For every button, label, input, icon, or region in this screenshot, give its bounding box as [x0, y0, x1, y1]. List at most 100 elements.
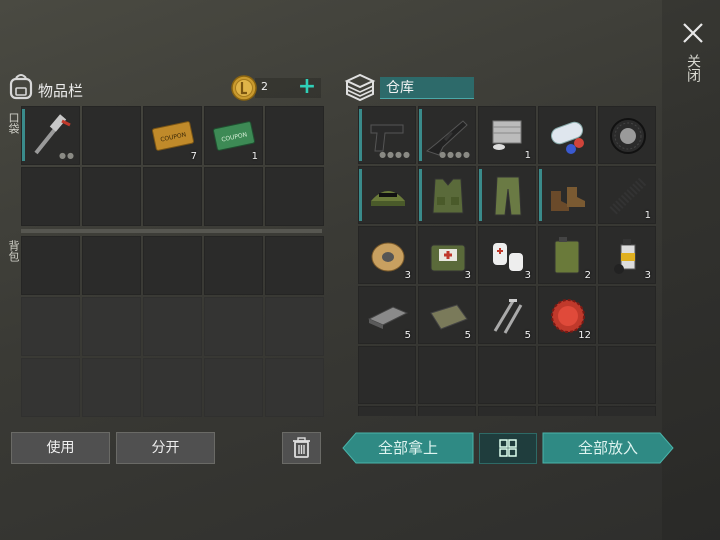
coin-count: 2: [261, 80, 268, 93]
inventory-slot[interactable]: ●●●●: [358, 106, 416, 164]
item-quantity: 3: [644, 270, 651, 281]
inventory-slot[interactable]: [265, 167, 324, 226]
tactical-vest-icon: [432, 178, 464, 214]
item-quantity: 1: [644, 210, 651, 221]
inventory-slot[interactable]: COUPON 7: [143, 106, 202, 165]
inventory-slot[interactable]: [82, 297, 141, 356]
storage-box-icon: [344, 72, 376, 106]
take-all-label: 全部拿上: [377, 439, 438, 457]
close-button[interactable]: [680, 20, 706, 46]
sort-button[interactable]: [479, 433, 537, 464]
put-all-button[interactable]: 全部放入: [542, 432, 674, 464]
inventory-slot[interactable]: [265, 358, 324, 417]
inventory-slot[interactable]: [82, 358, 141, 417]
inventory-slot[interactable]: [21, 167, 80, 226]
item-quantity: 7: [190, 151, 197, 162]
inventory-slot[interactable]: [21, 236, 80, 295]
pocket-grid: ●● COUPON 7 COUPON 1: [21, 106, 324, 226]
inventory-slot[interactable]: 3: [358, 226, 416, 284]
sort-grid-icon: [499, 439, 517, 457]
inventory-slot[interactable]: [143, 297, 202, 356]
item-quantity: 5: [464, 330, 471, 341]
inventory-slot[interactable]: [358, 166, 416, 224]
inventory-slot[interactable]: 3: [418, 226, 476, 284]
inventory-slot[interactable]: [21, 358, 80, 417]
inventory-slot[interactable]: 1: [478, 106, 536, 164]
inventory-slot[interactable]: [538, 166, 596, 224]
inventory-slot[interactable]: [21, 297, 80, 356]
inventory-slot[interactable]: [418, 406, 476, 416]
inventory-slot[interactable]: [265, 106, 324, 165]
inventory-slot[interactable]: [143, 236, 202, 295]
storage-grid: ●●●● ●●●● 1 1 3 3 3 2 3 5 5 5 12: [358, 106, 658, 416]
close-label: 关闭: [685, 54, 701, 82]
inventory-slot[interactable]: [143, 358, 202, 417]
inventory-slot[interactable]: [204, 236, 263, 295]
inventory-slot[interactable]: [265, 297, 324, 356]
add-coins-button[interactable]: +: [297, 76, 317, 98]
split-button[interactable]: 分开: [116, 432, 215, 464]
inventory-slot[interactable]: 3: [478, 226, 536, 284]
delete-button[interactable]: [282, 432, 321, 464]
item-quantity: 5: [524, 330, 531, 341]
camo-pants-icon: [494, 176, 522, 216]
inventory-slot[interactable]: [598, 406, 656, 416]
tire-icon: [610, 118, 646, 154]
inventory-slot[interactable]: [204, 358, 263, 417]
durability-bar: [359, 169, 362, 221]
inventory-slot[interactable]: [538, 406, 596, 416]
inventory-slot[interactable]: [82, 167, 141, 226]
paper-roll-icon: [550, 121, 584, 154]
inventory-slot[interactable]: COUPON 1: [204, 106, 263, 165]
item-quantity: 1: [524, 150, 531, 161]
trash-icon: [293, 437, 310, 458]
inventory-title: 物品栏: [38, 82, 84, 100]
inventory-slot[interactable]: [358, 346, 416, 404]
inventory-slot[interactable]: [265, 236, 324, 295]
inventory-slot[interactable]: 5: [478, 286, 536, 344]
item-quantity: 1: [251, 151, 258, 162]
inventory-slot[interactable]: [204, 297, 263, 356]
durability-bar: [22, 109, 25, 161]
close-icon: [683, 23, 703, 43]
inventory-slot[interactable]: [538, 106, 596, 164]
inventory-slot[interactable]: [598, 346, 656, 404]
inventory-slot[interactable]: [478, 166, 536, 224]
inventory-slot[interactable]: ●●: [21, 106, 80, 165]
inventory-slot[interactable]: [478, 346, 536, 404]
condition-dots: ●●●●: [439, 150, 471, 159]
inventory-slot[interactable]: 12: [538, 286, 596, 344]
inventory-slot[interactable]: [358, 406, 416, 416]
inventory-slot[interactable]: 1: [598, 166, 656, 224]
inventory-slot[interactable]: [82, 106, 141, 165]
durability-bar: [539, 169, 542, 221]
inventory-slot[interactable]: [204, 167, 263, 226]
durability-bar: [419, 109, 422, 161]
inventory-slot[interactable]: 5: [358, 286, 416, 344]
item-quantity: 3: [464, 270, 471, 281]
inventory-slot[interactable]: [418, 346, 476, 404]
inventory-slot[interactable]: [478, 406, 536, 416]
inventory-slot[interactable]: [538, 346, 596, 404]
storage-name-field[interactable]: 仓库: [380, 77, 474, 99]
item-quantity: 5: [404, 330, 411, 341]
durability-bar: [359, 109, 362, 161]
inventory-slot[interactable]: 2: [538, 226, 596, 284]
boots-icon: [551, 187, 585, 211]
put-all-label: 全部放入: [577, 439, 638, 457]
inventory-slot[interactable]: 5: [418, 286, 476, 344]
take-all-button[interactable]: 全部拿上: [342, 432, 474, 464]
inventory-slot[interactable]: [598, 106, 656, 164]
condition-dots: ●●●●: [379, 150, 411, 159]
inventory-slot[interactable]: [418, 166, 476, 224]
use-button[interactable]: 使用: [11, 432, 110, 464]
inventory-slot[interactable]: [143, 167, 202, 226]
backpack-grid: [21, 236, 324, 417]
coin-icon: [231, 75, 257, 101]
pocket-label: 口袋: [7, 112, 20, 134]
inventory-slot[interactable]: [82, 236, 141, 295]
item-quantity: 3: [524, 270, 531, 281]
inventory-slot[interactable]: [598, 286, 656, 344]
inventory-slot[interactable]: ●●●●: [418, 106, 476, 164]
inventory-slot[interactable]: 3: [598, 226, 656, 284]
